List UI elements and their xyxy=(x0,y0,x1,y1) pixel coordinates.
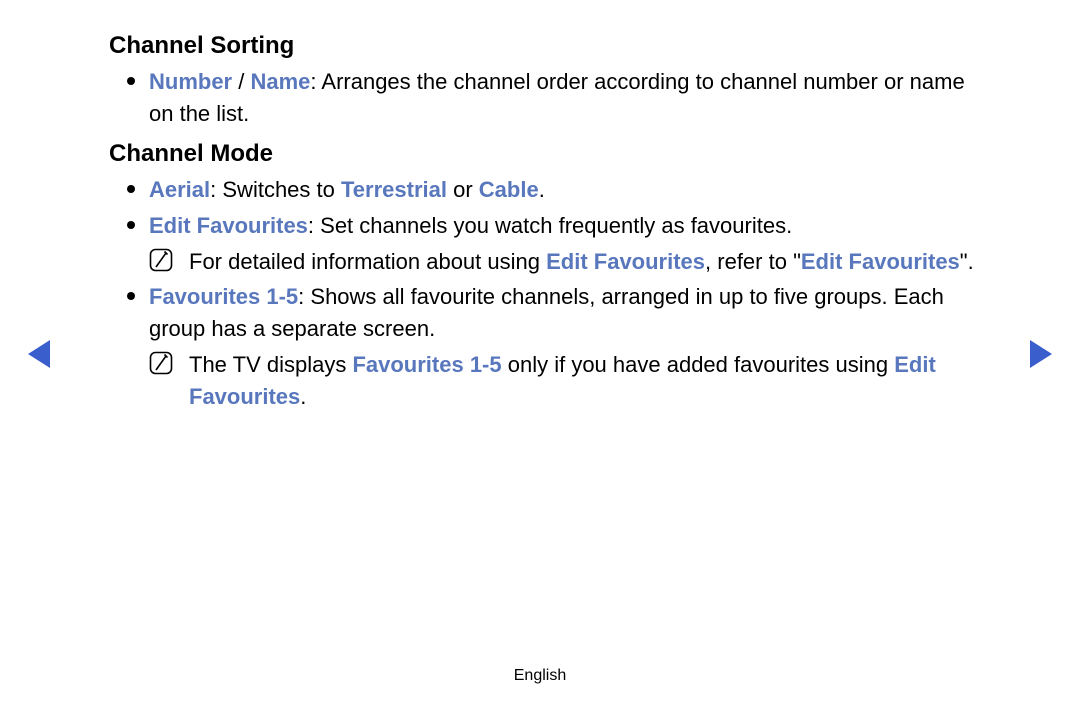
text: or xyxy=(447,177,479,202)
text: : Switches to xyxy=(210,177,341,202)
keyword-terrestrial: Terrestrial xyxy=(341,177,447,202)
keyword-edit-favourites-ref: Edit Favourites xyxy=(801,249,960,274)
bullet-icon xyxy=(127,292,135,300)
keyword-number: Number xyxy=(149,69,232,94)
list-item: Edit Favourites: Set channels you watch … xyxy=(109,210,989,242)
list-channel-mode: Aerial: Switches to Terrestrial or Cable… xyxy=(109,174,989,413)
keyword-name: Name xyxy=(250,69,310,94)
heading-channel-mode: Channel Mode xyxy=(109,140,989,168)
keyword-cable: Cable xyxy=(479,177,539,202)
page-content: Channel Sorting Number / Name: Arranges … xyxy=(109,24,989,423)
list-item: Favourites 1-5: Shows all favourite chan… xyxy=(109,281,989,345)
text: For detailed information about using xyxy=(189,249,546,274)
text: . xyxy=(539,177,545,202)
text: : Set channels you watch frequently as f… xyxy=(308,213,792,238)
text: . xyxy=(300,384,306,409)
note-icon xyxy=(149,351,173,375)
keyword-aerial: Aerial xyxy=(149,177,210,202)
bullet-icon xyxy=(127,77,135,85)
list-item: Number / Name: Arranges the channel orde… xyxy=(109,66,989,130)
note-item: The TV displays Favourites 1-5 only if y… xyxy=(109,349,989,413)
text: only if you have added favourites using xyxy=(502,352,895,377)
bullet-icon xyxy=(127,221,135,229)
list-item: Aerial: Switches to Terrestrial or Cable… xyxy=(109,174,989,206)
note-icon xyxy=(149,248,173,272)
keyword-edit-favourites: Edit Favourites xyxy=(546,249,705,274)
text: The TV displays xyxy=(189,352,352,377)
keyword-favourites-1-5: Favourites 1-5 xyxy=(149,284,298,309)
note-item: For detailed information about using Edi… xyxy=(109,246,989,278)
footer-language: English xyxy=(0,667,1080,685)
keyword-favourites-1-5: Favourites 1-5 xyxy=(352,352,501,377)
nav-prev-icon[interactable] xyxy=(28,340,50,368)
text: ". xyxy=(960,249,974,274)
list-channel-sorting: Number / Name: Arranges the channel orde… xyxy=(109,66,989,130)
heading-channel-sorting: Channel Sorting xyxy=(109,32,989,60)
text: , refer to " xyxy=(705,249,801,274)
text: / xyxy=(232,69,250,94)
keyword-edit-favourites: Edit Favourites xyxy=(149,213,308,238)
nav-next-icon[interactable] xyxy=(1030,340,1052,368)
bullet-icon xyxy=(127,185,135,193)
